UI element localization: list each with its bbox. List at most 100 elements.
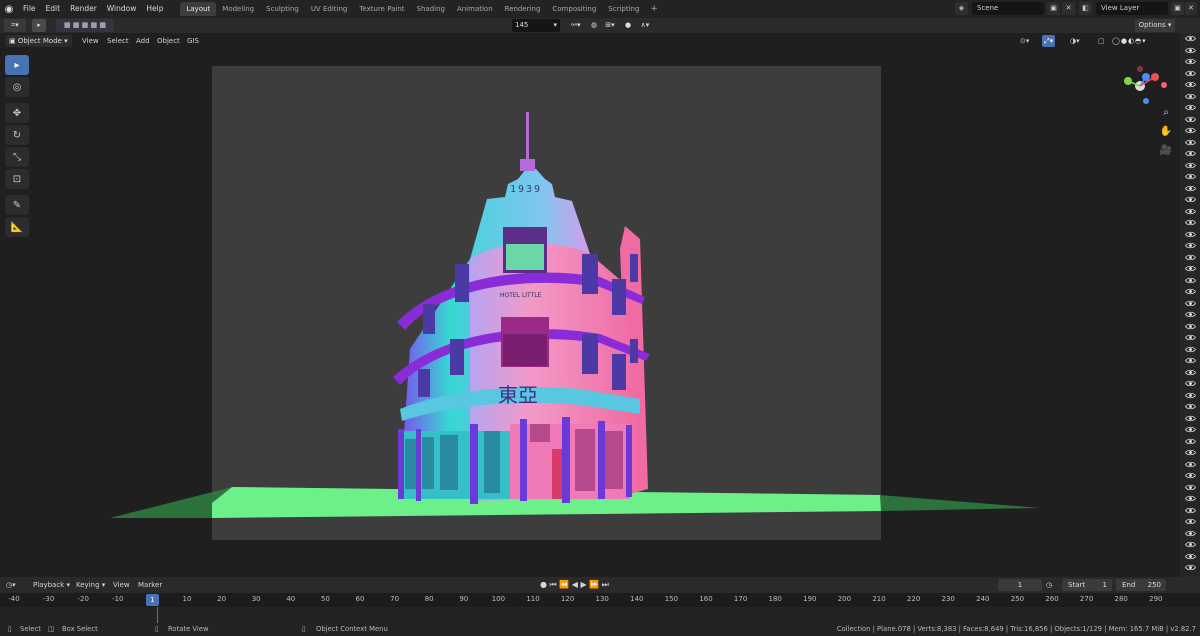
link-icon[interactable]: ⚯▾ (566, 19, 586, 32)
tab-layout[interactable]: Layout (180, 2, 217, 16)
timeline-editor-icon[interactable]: ◷▾ (6, 579, 16, 591)
eye-icon[interactable] (1180, 367, 1200, 379)
eye-icon[interactable] (1180, 539, 1200, 551)
current-frame-field[interactable]: 1 (998, 579, 1042, 591)
playhead-frame[interactable]: 1 (145, 594, 159, 606)
scene-name-field[interactable]: Scene (972, 2, 1044, 15)
eye-icon[interactable] (1180, 56, 1200, 68)
eye-icon[interactable] (1180, 470, 1200, 482)
add-workspace-icon[interactable]: + (645, 4, 663, 14)
eye-icon[interactable] (1180, 378, 1200, 390)
eye-icon[interactable] (1180, 482, 1200, 494)
eye-icon[interactable] (1180, 206, 1200, 218)
selection-mode-buttons[interactable]: ▦ ▦ ▦ ▦ ▦ (56, 19, 114, 32)
eye-icon[interactable] (1180, 125, 1200, 137)
timeline-keying-menu[interactable]: Keying ▾ (76, 579, 105, 591)
delete-view-layer-icon[interactable]: ✕ (1185, 2, 1197, 15)
eye-icon[interactable] (1180, 68, 1200, 80)
menu-file[interactable]: File (18, 0, 41, 18)
tab-animation[interactable]: Animation (451, 2, 499, 16)
pan-hand-icon[interactable]: ✋ (1158, 126, 1174, 145)
tab-uv-editing[interactable]: UV Editing (305, 2, 354, 16)
menu-help[interactable]: Help (141, 0, 168, 18)
eye-icon[interactable] (1180, 263, 1200, 275)
cursor-tool-icon[interactable]: ◎ (5, 77, 29, 97)
editor-type-icon[interactable]: ⌗▾ (4, 19, 26, 32)
snap-target-icon[interactable]: ⊞▾ (601, 19, 619, 32)
eye-icon[interactable] (1180, 562, 1200, 574)
eye-icon[interactable] (1180, 390, 1200, 402)
eye-icon[interactable] (1180, 505, 1200, 517)
options-dropdown[interactable]: Options ▾ (1135, 19, 1175, 32)
timeline-marker-menu[interactable]: Marker (138, 579, 162, 591)
eye-icon[interactable] (1180, 459, 1200, 471)
tab-scripting[interactable]: Scripting (602, 2, 645, 16)
annotate-tool-icon[interactable]: ✎ (5, 195, 29, 215)
object-mode-dropdown[interactable]: ▣ Object Mode ▾ (5, 35, 72, 47)
tab-modeling[interactable]: Modeling (216, 2, 260, 16)
measure-tool-icon[interactable]: 📐 (5, 217, 29, 237)
eye-icon[interactable] (1180, 436, 1200, 448)
eye-icon[interactable] (1180, 137, 1200, 149)
eye-icon[interactable] (1180, 355, 1200, 367)
menu-add[interactable]: Add (136, 35, 150, 47)
tab-compositing[interactable]: Compositing (546, 2, 602, 16)
menu-window[interactable]: Window (102, 0, 142, 18)
select-box-tool-icon[interactable]: ▸ (5, 55, 29, 75)
end-frame-field[interactable]: End 250 (1116, 579, 1166, 591)
eye-icon[interactable] (1180, 286, 1200, 298)
eye-icon[interactable] (1180, 413, 1200, 425)
view-layer-browse-icon[interactable]: ◧ (1079, 2, 1092, 15)
tab-sculpting[interactable]: Sculpting (260, 2, 305, 16)
falloff-icon[interactable]: ∧▾ (636, 19, 654, 32)
menu-select[interactable]: Select (107, 35, 129, 47)
eye-icon[interactable] (1180, 194, 1200, 206)
select-tool-icon[interactable]: ▸ (32, 19, 46, 32)
eye-icon[interactable] (1180, 79, 1200, 91)
eye-icon[interactable] (1180, 171, 1200, 183)
eye-icon[interactable] (1180, 344, 1200, 356)
rotate-tool-icon[interactable]: ↻ (5, 125, 29, 145)
tab-shading[interactable]: Shading (411, 2, 451, 16)
eye-icon[interactable] (1180, 493, 1200, 505)
eye-icon[interactable] (1180, 298, 1200, 310)
camera-view-icon[interactable]: 🎥 (1158, 145, 1174, 164)
menu-render[interactable]: Render (65, 0, 102, 18)
eye-icon[interactable] (1180, 332, 1200, 344)
blender-logo-icon[interactable]: ◉ (0, 0, 18, 18)
scale-tool-icon[interactable]: ⤡ (5, 147, 29, 167)
eye-icon[interactable] (1180, 33, 1200, 45)
eye-icon[interactable] (1180, 114, 1200, 126)
eye-icon[interactable] (1180, 528, 1200, 540)
delete-scene-icon[interactable]: ✕ (1062, 2, 1075, 15)
new-scene-icon[interactable]: ▣ (1047, 2, 1060, 15)
gizmo-icon[interactable]: ⤢▾ (1042, 35, 1056, 47)
timeline-track[interactable] (0, 607, 1200, 623)
menu-gis[interactable]: GIS (187, 35, 199, 47)
eye-icon[interactable] (1180, 160, 1200, 172)
eye-icon[interactable] (1180, 401, 1200, 413)
menu-object[interactable]: Object (157, 35, 180, 47)
eye-icon[interactable] (1180, 229, 1200, 241)
start-frame-field[interactable]: Start 1 (1062, 579, 1112, 591)
timeline-playback-menu[interactable]: Playback ▾ (33, 579, 70, 591)
menu-edit[interactable]: Edit (41, 0, 66, 18)
eye-icon[interactable] (1180, 275, 1200, 287)
new-view-layer-icon[interactable]: ▣ (1171, 2, 1184, 15)
eye-icon[interactable] (1180, 240, 1200, 252)
zoom-icon[interactable]: ⌕ (1158, 107, 1174, 126)
timeline-view-menu[interactable]: View (113, 579, 130, 591)
eye-icon[interactable] (1180, 551, 1200, 563)
eye-icon[interactable] (1180, 45, 1200, 57)
menu-view[interactable]: View (82, 35, 99, 47)
transform-tool-icon[interactable]: ⊡ (5, 169, 29, 189)
scene-browse-icon[interactable]: ◈ (955, 2, 968, 15)
move-tool-icon[interactable]: ✥ (5, 103, 29, 123)
visibility-icon[interactable]: ⊙▾ (1020, 35, 1029, 47)
tab-texture-paint[interactable]: Texture Paint (353, 2, 410, 16)
view-layer-field[interactable]: View Layer (1096, 2, 1168, 15)
clock-icon[interactable]: ◷ (1046, 579, 1052, 591)
tab-rendering[interactable]: Rendering (499, 2, 547, 16)
eye-icon[interactable] (1180, 91, 1200, 103)
eye-icon[interactable] (1180, 424, 1200, 436)
